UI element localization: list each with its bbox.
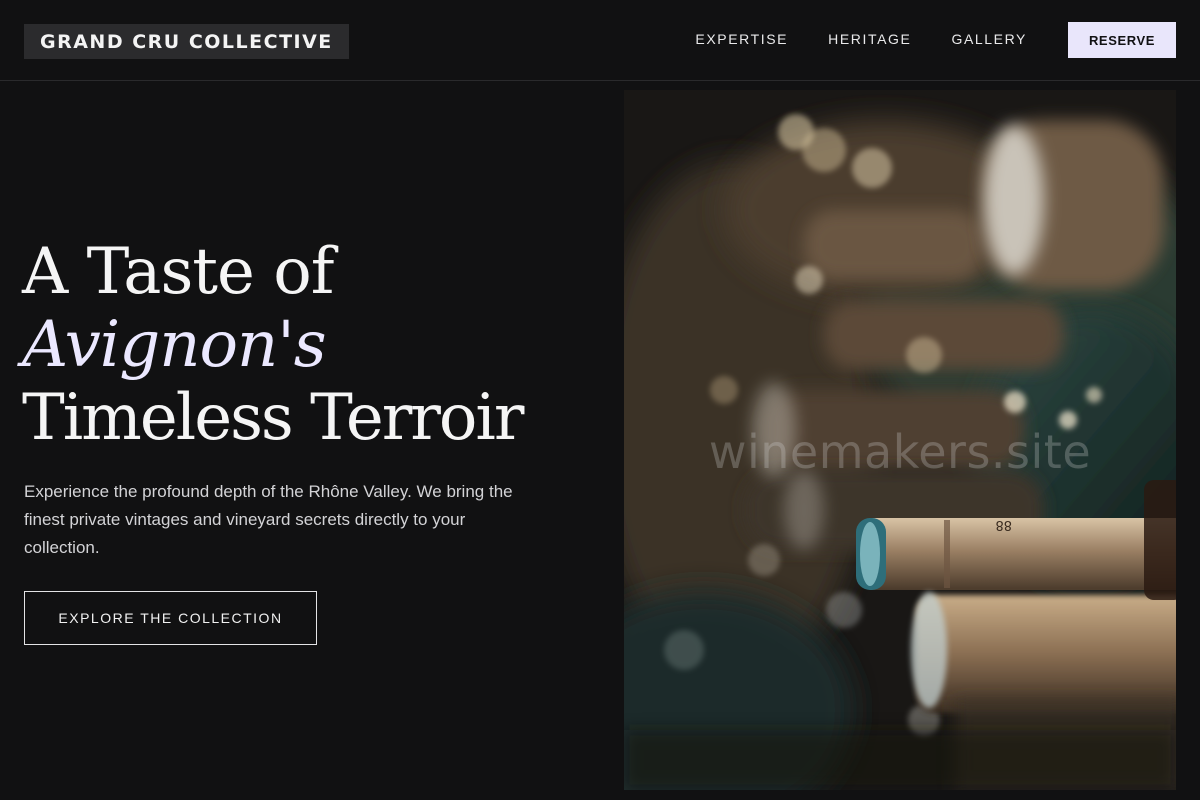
hero-title-line-1: A Taste of [22,235,334,309]
main-nav: EXPERTISE HERITAGE GALLERY [695,31,1027,47]
hero-description: Experience the profound depth of the Rhô… [24,482,513,557]
svg-text:88: 88 [995,517,1012,532]
hero-title-line-3: Timeless Terroir [22,381,524,455]
explore-collection-button[interactable]: EXPLORE THE COLLECTION [24,591,317,645]
reserve-button[interactable]: RESERVE [1068,22,1176,58]
nav-link-heritage[interactable]: HERITAGE [828,31,911,47]
hero-title: A Taste of Avignon's Timeless Terroir [22,235,524,455]
site-header: GRAND CRU COLLECTIVE EXPERTISE HERITAGE … [0,0,1200,81]
wine-cellar-image: 88 [624,90,1176,790]
nav-link-gallery[interactable]: GALLERY [951,31,1027,47]
hero-photo-wine-cellar: 88 winemakers.site [624,90,1176,790]
hero-title-accent: Avignon's [22,308,327,382]
nav-link-expertise[interactable]: EXPERTISE [695,31,788,47]
site-logo[interactable]: GRAND CRU COLLECTIVE [24,24,349,59]
